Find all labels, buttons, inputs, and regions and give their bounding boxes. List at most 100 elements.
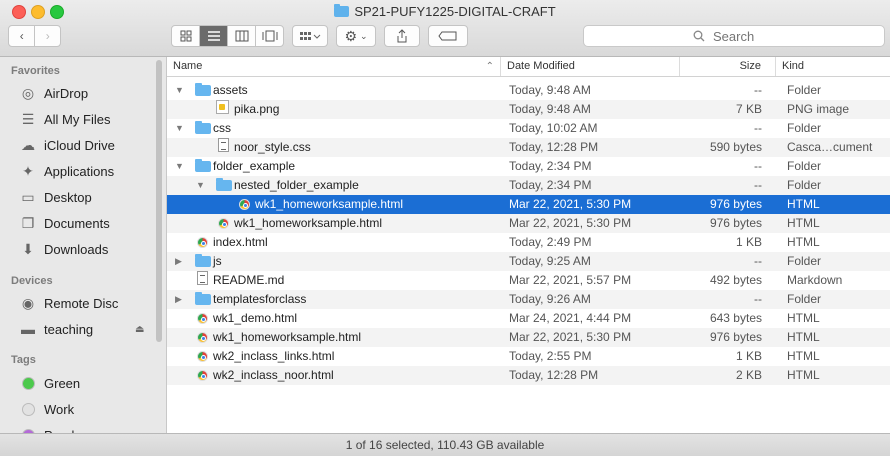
file-kind: Folder — [787, 178, 822, 192]
date-column-label: Date Modified — [507, 60, 575, 72]
gallery-view-button[interactable] — [256, 26, 283, 46]
sidebar-item-downloads[interactable]: ⬇ Downloads — [0, 237, 150, 261]
sidebar-item-green[interactable]: Green — [0, 371, 150, 395]
folder-row[interactable]: ▼ assets Today, 9:48 AM -- Folder — [167, 81, 890, 100]
drive-icon: ▬ — [21, 321, 35, 337]
gallery-icon — [262, 30, 277, 42]
sidebar-item-documents[interactable]: ❐ Documents — [0, 211, 150, 235]
file-kind: HTML — [787, 197, 820, 211]
sidebar-item-label: Work — [44, 401, 75, 417]
file-size: 492 bytes — [709, 273, 762, 287]
file-row[interactable]: wk1_homeworksample.html Mar 22, 2021, 5:3… — [167, 214, 890, 233]
sidebar-item-remote-disc[interactable]: ◉ Remote Disc — [0, 291, 150, 315]
folder-row[interactable]: ▼ folder_example Today, 2:34 PM -- Folder — [167, 157, 890, 176]
date-column-header[interactable]: Date Modified — [500, 57, 679, 76]
sort-ascending-icon: ⌃ — [485, 61, 494, 72]
disclosure-expanded-icon[interactable]: ▼ — [175, 81, 185, 100]
file-name: index.html — [213, 235, 268, 249]
size-column-header[interactable]: Size — [679, 57, 775, 76]
sidebar-item-desktop[interactable]: ▭ Desktop — [0, 185, 150, 209]
file-row[interactable]: wk2_inclass_noor.html Today, 12:28 PM 2 KB… — [167, 366, 890, 385]
file-date: Today, 9:25 AM — [509, 254, 591, 268]
folder-icon — [334, 4, 350, 17]
icon-view-button[interactable] — [172, 26, 200, 46]
folder-row[interactable]: ▼ css Today, 10:02 AM -- Folder — [167, 119, 890, 138]
gear-icon: ⚙ — [344, 27, 357, 44]
status-text: 1 of 16 selected, 110.43 GB available — [345, 438, 545, 452]
folder-row[interactable]: ▶ js Today, 9:25 AM -- Folder — [167, 252, 890, 271]
search-field[interactable] — [583, 25, 885, 47]
html-file-icon — [197, 332, 208, 343]
folder-icon — [195, 254, 211, 267]
action-button[interactable]: ⚙ ⌄ — [336, 25, 376, 47]
file-row[interactable]: index.html Today, 2:49 PM 1 KB HTML — [167, 233, 890, 252]
file-row[interactable]: noor_style.css Today, 12:28 PM 590 bytes Ca… — [167, 138, 890, 157]
file-size: -- — [754, 254, 762, 268]
file-date: Today, 2:49 PM — [509, 235, 592, 249]
tags-button[interactable] — [428, 25, 468, 47]
file-size: -- — [754, 121, 762, 135]
file-kind: HTML — [787, 349, 820, 363]
eject-icon[interactable]: ⏏ — [135, 324, 144, 335]
file-row[interactable]: wk1_homeworksample.html Mar 22, 2021, 5:3… — [167, 328, 890, 347]
view-mode-control — [171, 25, 284, 47]
sidebar-item-work[interactable]: Work — [0, 397, 150, 421]
file-name: wk1_demo.html — [213, 311, 298, 325]
file-kind: Folder — [787, 254, 822, 268]
sidebar-item-applications[interactable]: ✦ Applications — [0, 159, 150, 183]
file-row[interactable]: wk2_inclass_links.html Today, 2:55 PM 1 KB… — [167, 347, 890, 366]
file-row[interactable]: wk1_homeworksample.html Mar 22, 2021, 5:3… — [167, 195, 890, 214]
html-file-icon — [197, 313, 208, 324]
sidebar-item-airdrop[interactable]: ◎ AirDrop — [0, 81, 150, 105]
tag-color-icon — [19, 400, 37, 418]
tags-heading: Tags — [11, 354, 36, 366]
all-files-icon: ☰ — [21, 110, 35, 127]
file-date: Today, 9:48 AM — [509, 102, 591, 116]
folder-row[interactable]: ▼ nested_folder_example Today, 2:34 PM -- Fo… — [167, 176, 890, 195]
file-row[interactable]: README.md Mar 22, 2021, 5:57 PM 492 bytes M… — [167, 271, 890, 290]
downloads-icon: ⬇ — [22, 240, 34, 257]
file-size: -- — [754, 178, 762, 192]
file-size: 976 bytes — [709, 197, 762, 211]
tag-icon — [438, 31, 457, 41]
file-name: wk1_homeworksample.html — [234, 216, 383, 230]
file-kind: HTML — [787, 235, 820, 249]
file-date: Mar 22, 2021, 5:30 PM — [509, 197, 632, 211]
sidebar-item-icloud-drive[interactable]: ☁ iCloud Drive — [0, 133, 150, 157]
kind-column-header[interactable]: Kind — [775, 57, 890, 76]
share-button[interactable] — [384, 25, 420, 47]
file-name: README.md — [213, 273, 285, 287]
sidebar-item-label: All My Files — [44, 111, 111, 127]
column-view-button[interactable] — [228, 26, 256, 46]
window-title-text: SP21-PUFY1225-DIGITAL-CRAFT — [354, 4, 556, 19]
sidebar-scrollbar[interactable] — [156, 60, 162, 342]
file-kind: Folder — [787, 121, 822, 135]
file-date: Mar 22, 2021, 5:30 PM — [509, 330, 632, 344]
forward-button[interactable]: › — [35, 26, 60, 46]
folder-row[interactable]: ▶ templatesforclass Today, 9:26 AM -- Folder — [167, 290, 890, 309]
arrange-button[interactable] — [292, 25, 328, 47]
file-row[interactable]: wk1_demo.html Mar 24, 2021, 4:44 PM 643 by… — [167, 309, 890, 328]
tag-color-icon — [19, 374, 37, 392]
search-input[interactable] — [711, 27, 775, 45]
folder-icon — [195, 83, 211, 96]
back-button[interactable]: ‹ — [9, 26, 36, 46]
disclosure-collapsed-icon[interactable]: ▶ — [175, 252, 185, 271]
file-date: Mar 22, 2021, 5:30 PM — [509, 216, 632, 230]
name-column-header[interactable]: Name ⌃ — [167, 57, 500, 76]
disclosure-expanded-icon[interactable]: ▼ — [196, 176, 206, 195]
file-row[interactable]: pika.png Today, 9:48 AM 7 KB PNG image — [167, 100, 890, 119]
sidebar-item-purple[interactable]: Purple — [0, 423, 150, 433]
disclosure-expanded-icon[interactable]: ▼ — [175, 119, 185, 138]
grid-icon — [180, 30, 191, 42]
disclosure-expanded-icon[interactable]: ▼ — [175, 157, 185, 176]
file-kind: Casca…cument — [787, 140, 873, 154]
list-view-button[interactable] — [200, 26, 228, 46]
sidebar-item-all-my-files[interactable]: ☰ All My Files — [0, 107, 150, 131]
documents-icon: ❐ — [21, 214, 35, 231]
html-file-icon — [197, 351, 208, 362]
sidebar-item-teaching[interactable]: ▬ teaching ⏏ — [0, 317, 150, 341]
file-kind: Folder — [787, 292, 822, 306]
disclosure-collapsed-icon[interactable]: ▶ — [175, 290, 185, 309]
file-date: Today, 9:26 AM — [509, 292, 591, 306]
